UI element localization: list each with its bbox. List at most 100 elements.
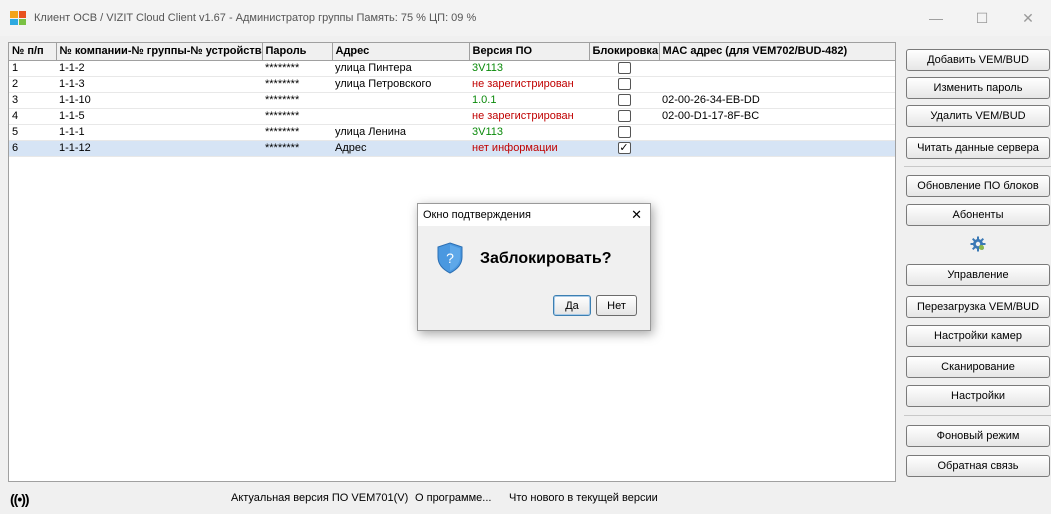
cell-version-text: 1.0.1 — [472, 94, 497, 106]
yes-button[interactable]: Да — [553, 295, 591, 316]
cell-device-id-text: 1-1-5 — [59, 110, 85, 122]
maximize-button[interactable]: ☐ — [959, 0, 1005, 36]
cell-device-id: 1-1-2 — [56, 60, 262, 77]
table-row[interactable]: 5 1-1-1 ******** улица Ленина 3V113 — [9, 124, 895, 141]
cell-number-text: 3 — [12, 94, 19, 106]
dialog-title: Окно подтверждения — [423, 209, 531, 221]
title-bar: Клиент ОСВ / VIZIT Cloud Client v1.67 - … — [0, 0, 1051, 36]
minimize-button[interactable]: — — [913, 0, 959, 36]
about-link[interactable]: О программе... — [415, 492, 491, 504]
cell-number: 4 — [9, 108, 56, 125]
cell-blocked — [589, 108, 659, 125]
read-server-data-button[interactable]: Читать данные сервера — [906, 137, 1050, 159]
cell-number: 1 — [9, 60, 56, 77]
feedback-button[interactable]: Обратная связь — [906, 455, 1050, 477]
cell-address-text: улица Петровского — [335, 78, 432, 90]
cell-mac-text: 02-00-D1-17-8F-BC — [662, 110, 760, 122]
blocked-checkbox[interactable] — [617, 94, 631, 106]
table-row[interactable]: 2 1-1-3 ******** улица Петровского не зареги… — [9, 76, 895, 93]
control-button[interactable]: Управление — [906, 264, 1050, 286]
firmware-update-button[interactable]: Обновление ПО блоков — [906, 175, 1050, 197]
cell-password-text: ******** — [265, 62, 300, 74]
cell-number-text: 5 — [12, 126, 19, 138]
dialog-title-bar: Окно подтверждения ✕ — [418, 204, 650, 226]
column-header-version[interactable]: Версия ПО — [469, 43, 590, 61]
blocked-checkbox[interactable]: ✓ — [617, 142, 631, 154]
gear-icon — [970, 236, 986, 252]
cell-version-text: 3V113 — [472, 126, 503, 138]
table-row[interactable]: 3 1-1-10 ******** 1.0.1 02-00-26-34-EB-DD — [9, 92, 895, 109]
cell-password: ******** — [262, 76, 332, 93]
cell-number-text: 1 — [12, 62, 19, 74]
cell-number-text: 4 — [12, 110, 19, 122]
cell-address: улица Пинтера — [332, 60, 469, 77]
no-button[interactable]: Нет — [596, 295, 637, 316]
cell-mac — [659, 140, 895, 157]
column-header-number[interactable]: № п/п — [9, 43, 57, 61]
cell-address-text: Адрес — [335, 142, 367, 154]
cell-address — [332, 92, 469, 109]
change-password-button[interactable]: Изменить пароль — [906, 77, 1050, 99]
column-header-password[interactable]: Пароль — [262, 43, 333, 61]
blocked-checkbox[interactable] — [617, 62, 631, 74]
add-device-button[interactable]: Добавить VEM/BUD — [906, 49, 1050, 71]
cell-mac — [659, 76, 895, 93]
cell-password-text: ******** — [265, 126, 300, 138]
dialog-message: Заблокировать? — [480, 250, 612, 267]
cell-blocked: ✓ — [589, 140, 659, 157]
camera-settings-button[interactable]: Настройки камер — [906, 325, 1050, 347]
whats-new-link[interactable]: Что нового в текущей версии — [509, 492, 658, 504]
status-bar: ((•)) Актуальная версия ПО VEM701(V) О п… — [0, 484, 1051, 514]
gear-button[interactable] — [906, 233, 1050, 255]
confirmation-dialog: Окно подтверждения ✕ ? Заблокировать? Да… — [417, 203, 651, 331]
cell-password-text: ******** — [265, 142, 300, 154]
cell-blocked — [589, 124, 659, 141]
cell-blocked — [589, 92, 659, 109]
dialog-close-icon[interactable]: ✕ — [631, 207, 642, 223]
column-header-blocked[interactable]: Блокировка — [589, 43, 660, 61]
blocked-checkbox[interactable] — [617, 126, 631, 138]
cell-device-id: 1-1-1 — [56, 124, 262, 141]
scan-button[interactable]: Сканирование — [906, 356, 1050, 378]
cell-password-text: ******** — [265, 110, 300, 122]
cell-address-text: улица Пинтера — [335, 62, 412, 74]
cell-number: 2 — [9, 76, 56, 93]
cell-mac: 02-00-D1-17-8F-BC — [659, 108, 895, 125]
app-logo-icon — [10, 11, 26, 25]
subscribers-button[interactable]: Абоненты — [906, 204, 1050, 226]
cell-address-text: улица Ленина — [335, 126, 407, 138]
table-row[interactable]: 6 1-1-12 ******** Адрес нет информации ✓ — [9, 140, 895, 157]
background-mode-button[interactable]: Фоновый режим — [906, 425, 1050, 447]
table-row[interactable]: 1 1-1-2 ******** улица Пинтера 3V113 — [9, 60, 895, 77]
table-row[interactable]: 4 1-1-5 ******** не зарегистрирован 02-00-D1… — [9, 108, 895, 125]
blocked-checkbox[interactable] — [617, 78, 631, 90]
cell-password: ******** — [262, 60, 332, 77]
cell-version-text: нет информации — [472, 142, 558, 154]
cell-device-id: 1-1-12 — [56, 140, 262, 157]
reboot-device-button[interactable]: Перезагрузка VEM/BUD — [906, 296, 1050, 318]
column-header-mac[interactable]: МАС адрес (для VEM702/BUD-482) — [659, 43, 895, 61]
cell-address: улица Ленина — [332, 124, 469, 141]
column-header-device-id[interactable]: № компании-№ группы-№ устройства — [56, 43, 263, 61]
cell-version-text: 3V113 — [472, 62, 503, 74]
delete-device-button[interactable]: Удалить VEM/BUD — [906, 105, 1050, 127]
window-title: Клиент ОСВ / VIZIT Cloud Client v1.67 - … — [34, 12, 477, 24]
cell-number-text: 6 — [12, 142, 19, 154]
window-controls: — ☐ ✕ — [913, 0, 1051, 36]
cell-number: 3 — [9, 92, 56, 109]
cell-version: 1.0.1 — [469, 92, 589, 109]
cell-device-id-text: 1-1-12 — [59, 142, 91, 154]
column-header-address[interactable]: Адрес — [332, 43, 470, 61]
cell-address — [332, 108, 469, 125]
cell-device-id: 1-1-10 — [56, 92, 262, 109]
connection-radio-icon[interactable]: ((•)) — [10, 491, 30, 507]
settings-button[interactable]: Настройки — [906, 385, 1050, 407]
cell-password: ******** — [262, 124, 332, 141]
blocked-checkbox[interactable] — [617, 110, 631, 122]
cell-address: Адрес — [332, 140, 469, 157]
cell-password: ******** — [262, 92, 332, 109]
cell-version: не зарегистрирован — [469, 108, 589, 125]
cell-password: ******** — [262, 140, 332, 157]
close-window-button[interactable]: ✕ — [1005, 0, 1051, 36]
current-version-label[interactable]: Актуальная версия ПО VEM701(V) — [231, 492, 408, 504]
